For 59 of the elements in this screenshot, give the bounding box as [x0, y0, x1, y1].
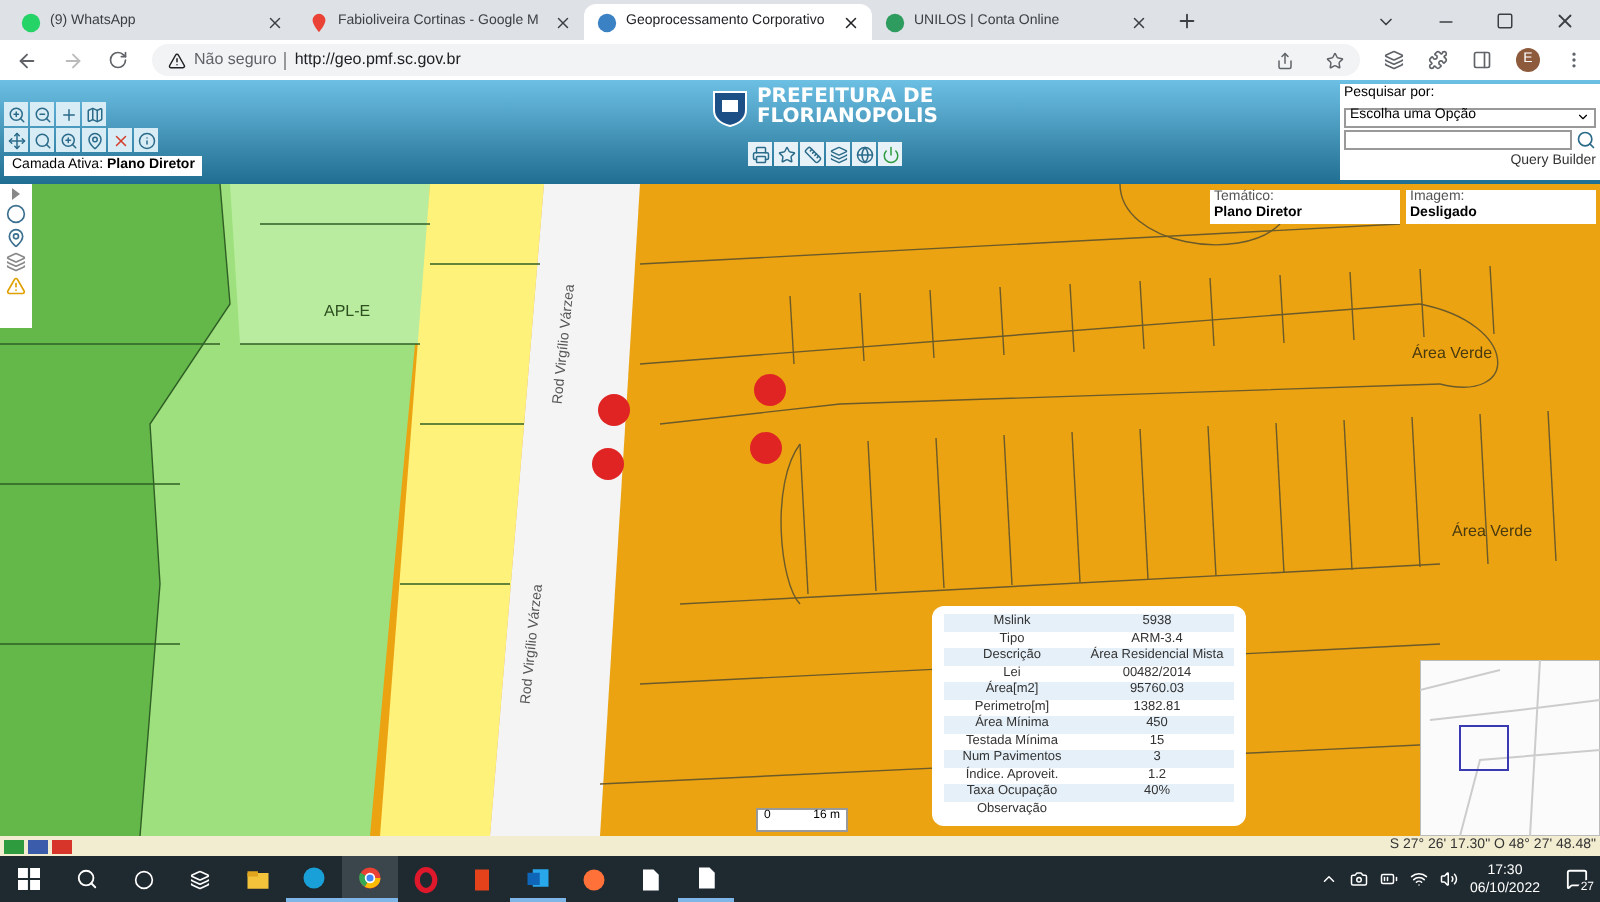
tray-expand-icon[interactable]: [1319, 870, 1338, 888]
chrome-app-icon: [356, 863, 384, 891]
close-icon[interactable]: [1554, 10, 1576, 32]
printer-icon[interactable]: [748, 142, 773, 166]
taskbar-app[interactable]: [342, 856, 398, 902]
wifi-icon[interactable]: [1409, 870, 1428, 888]
outlook-app-icon: [524, 863, 552, 891]
opera-app-icon: [412, 865, 440, 893]
tab-favicon-icon: [20, 11, 42, 33]
zoom-in-icon[interactable]: [4, 102, 28, 126]
address-bar[interactable]: Não seguro http://geo.pmf.sc.gov.br: [152, 44, 1360, 76]
coat-of-arms-icon: [712, 88, 749, 128]
ruler-icon[interactable]: [800, 142, 825, 166]
tab-favicon-icon: [884, 11, 906, 33]
cross-icon[interactable]: [108, 128, 132, 152]
extension-icon[interactable]: [1384, 50, 1404, 70]
dropdown-icon: [1576, 110, 1590, 124]
layers-icon[interactable]: [826, 142, 851, 166]
magnifier-icon[interactable]: [56, 128, 80, 152]
puzzle-icon[interactable]: [1428, 50, 1448, 70]
zoom-out-icon[interactable]: [30, 102, 54, 126]
cortana-icon[interactable]: [134, 869, 154, 889]
volume-icon[interactable]: [1439, 870, 1458, 888]
expand-icon[interactable]: [10, 188, 22, 200]
close-icon[interactable]: [1130, 13, 1148, 31]
url-text: http://geo.pmf.sc.gov.br: [294, 48, 461, 72]
close-icon[interactable]: [266, 13, 284, 31]
search-input[interactable]: [1344, 129, 1572, 149]
close-icon[interactable]: [554, 13, 572, 31]
new-tab-icon[interactable]: [1176, 10, 1198, 32]
pin-icon[interactable]: [82, 128, 106, 152]
layers-icon[interactable]: [6, 252, 26, 272]
close-icon[interactable]: [842, 13, 860, 31]
side-panel-icon[interactable]: [1472, 50, 1492, 70]
security-label: Não seguro: [194, 48, 277, 72]
plus-icon[interactable]: [56, 102, 80, 126]
battery-icon[interactable]: [1379, 870, 1398, 888]
star-icon[interactable]: [1326, 51, 1344, 69]
tab-favicon-icon: [308, 11, 330, 33]
reload-icon[interactable]: [108, 50, 128, 70]
power-icon[interactable]: [878, 142, 903, 166]
explorer-app-icon: [244, 865, 272, 893]
move-icon[interactable]: [4, 128, 28, 152]
maximize-icon[interactable]: [1496, 12, 1514, 30]
globe-icon[interactable]: [852, 142, 877, 166]
map-icon[interactable]: [82, 102, 106, 126]
area-label: Área Verde: [1412, 342, 1493, 366]
pin-icon[interactable]: [6, 228, 26, 248]
warning-icon: [168, 51, 186, 69]
windows-start-icon[interactable]: [18, 868, 40, 890]
area-label: Área Verde: [1452, 520, 1533, 544]
logo-text: PREFEITURA DE FLORIANOPOLIS: [756, 88, 938, 128]
back-icon[interactable]: [16, 49, 38, 71]
camera-icon[interactable]: [1349, 870, 1368, 888]
tab-favicon-icon: [596, 11, 618, 33]
share-icon[interactable]: [1276, 51, 1294, 69]
info-icon[interactable]: [134, 128, 158, 152]
star-icon[interactable]: [774, 142, 799, 166]
zone-label: APL-E: [324, 300, 371, 324]
